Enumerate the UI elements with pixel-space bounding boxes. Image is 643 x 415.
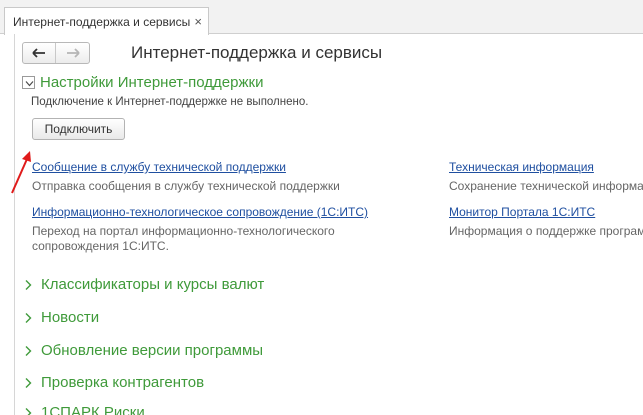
chevron-right-icon <box>24 279 36 291</box>
chevron-right-icon <box>24 407 36 415</box>
section-counterparty-check[interactable]: Проверка контрагентов <box>24 374 204 391</box>
section-label: Классификаторы и курсы валют <box>41 276 265 293</box>
section-spark-risks[interactable]: 1СПАРК Риски <box>24 404 145 415</box>
section-news[interactable]: Новости <box>24 309 99 326</box>
section-label: Проверка контрагентов <box>41 374 205 391</box>
section-classifiers[interactable]: Классификаторы и курсы валют <box>24 276 264 293</box>
section-label: Обновление версии программы <box>41 342 264 359</box>
support-message-desc: Отправка сообщения в службу технической … <box>32 179 340 193</box>
section-label: 1СПАРК Риски <box>41 404 145 415</box>
chevron-right-icon <box>24 345 36 357</box>
section-update[interactable]: Обновление версии программы <box>24 342 263 359</box>
its-link[interactable]: Информационно-технологическое сопровожде… <box>32 205 368 219</box>
its-desc-line-1: Переход на портал информационно-технолог… <box>32 224 335 238</box>
chevron-right-icon <box>24 377 36 389</box>
support-message-link[interactable]: Сообщение в службу технической поддержки <box>32 160 286 174</box>
section-label: Новости <box>41 309 100 326</box>
portal-monitor-desc: Информация о поддержке програм <box>449 224 643 238</box>
its-desc-line-2: сопровождения 1С:ИТС. <box>32 239 169 253</box>
tech-info-desc: Сохранение технической информа <box>449 179 643 193</box>
chevron-right-icon <box>24 312 36 324</box>
tech-info-link[interactable]: Техническая информация <box>449 160 594 174</box>
portal-monitor-link[interactable]: Монитор Портала 1С:ИТС <box>449 205 595 219</box>
